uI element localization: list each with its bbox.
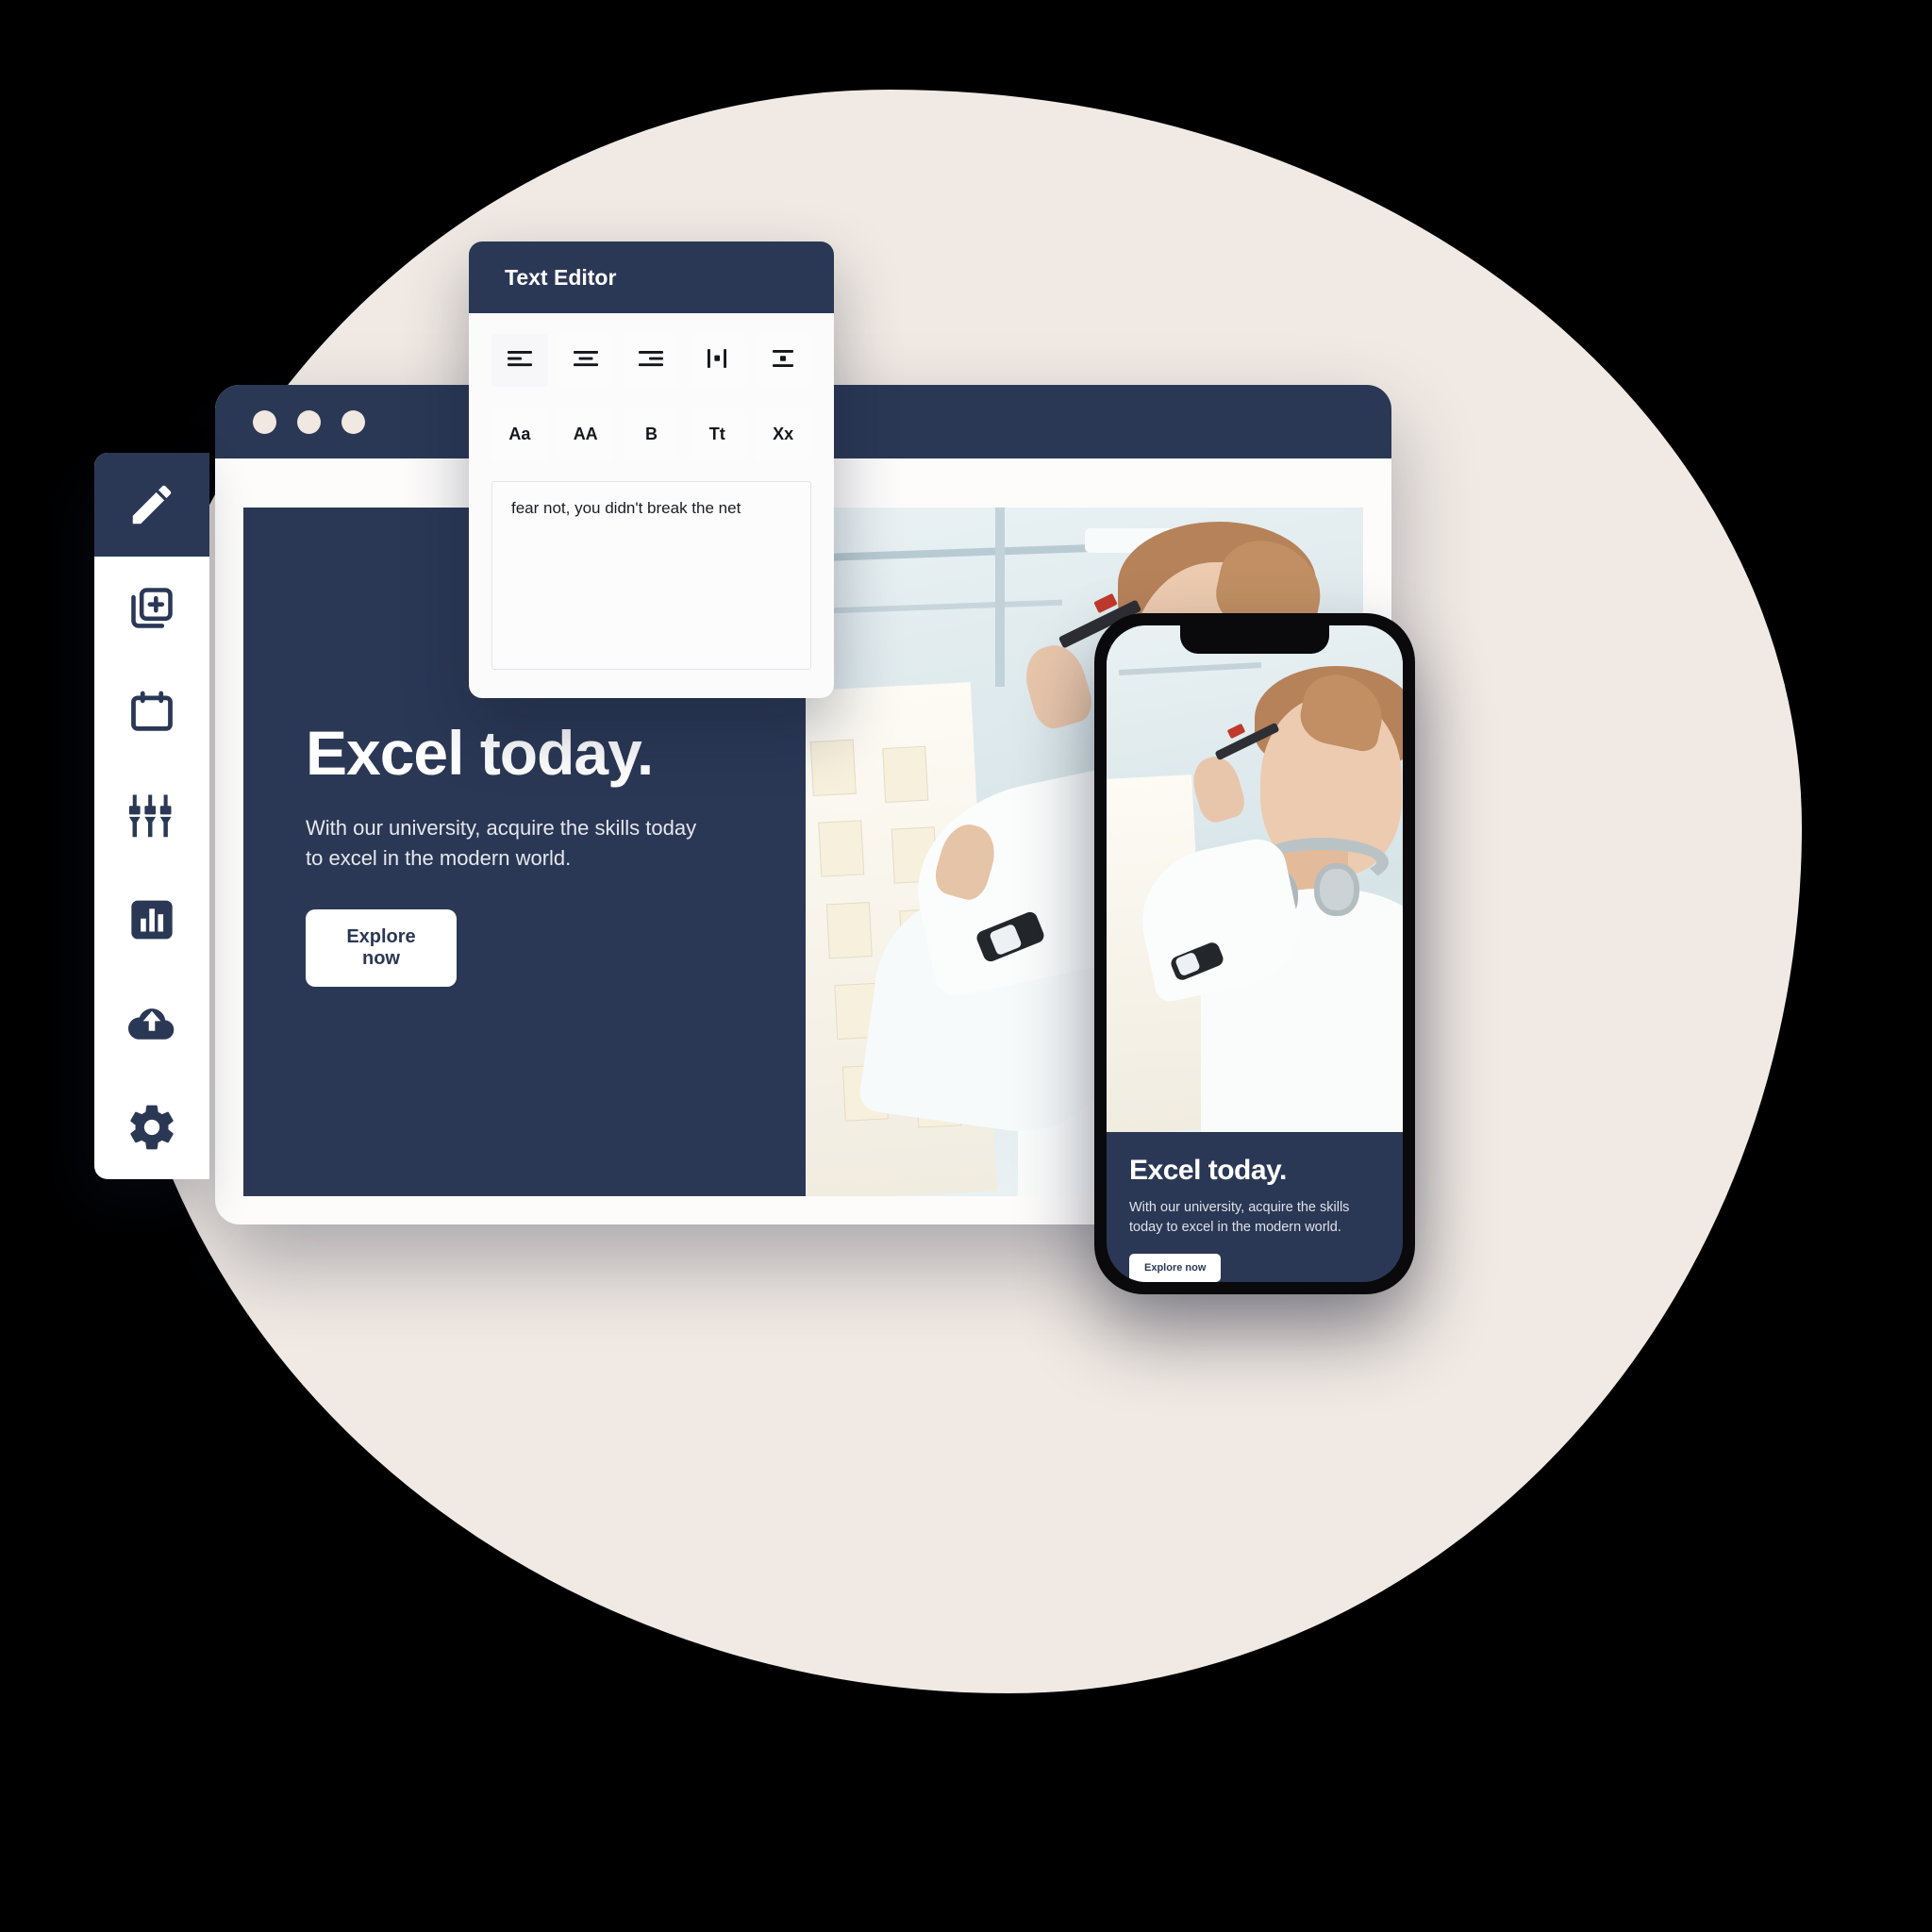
phone-screen: Excel today. With our university, acquir… [1107,625,1403,1282]
clear-format-button[interactable]: Xx [755,408,811,460]
hero-subtitle: With our university, acquire the skills … [306,816,697,870]
sidebar-item-calendar[interactable] [94,660,209,764]
align-left-icon [507,349,533,373]
align-horizontal-center-button[interactable] [689,334,746,387]
align-right-icon [638,349,664,373]
text-size-button[interactable]: Tt [689,408,746,460]
text-editor-title: Text Editor [469,242,834,313]
align-right-button[interactable] [623,334,680,387]
align-center-button[interactable] [557,334,614,387]
sidebar-item-add-layer[interactable] [94,557,209,660]
sliders-icon [126,791,177,841]
gear-icon [125,1101,178,1154]
sidebar-item-edit[interactable] [94,453,209,557]
align-vertical-center-button[interactable] [755,334,811,387]
window-minimize-dot[interactable] [297,409,321,434]
window-maximize-dot[interactable] [341,409,365,434]
sidebar-rail [94,453,209,1179]
bar-chart-icon [128,896,175,943]
align-vertical-center-icon [771,348,795,374]
phone-hero-text: Excel today. With our university, acquir… [1107,1132,1403,1282]
phone-hero-photo [1107,625,1403,1132]
cloud-upload-icon [125,997,178,1050]
window-close-dot[interactable] [253,409,276,434]
text-editor-body: Aa AA B Tt Xx fear not, you didn't break… [469,313,834,697]
phone-explore-now-button[interactable]: Explore now [1129,1254,1222,1282]
uppercase-button[interactable]: AA [557,408,614,460]
toolbar-row-format: Aa AA B Tt Xx [491,408,811,460]
phone-hero-title: Excel today. [1129,1154,1287,1186]
phone-notch [1180,625,1329,654]
sidebar-item-settings[interactable] [94,1075,209,1179]
font-case-button[interactable]: Aa [491,408,548,460]
editor-text-area[interactable]: fear not, you didn't break the net [491,481,811,670]
align-horizontal-center-icon [705,348,729,374]
sidebar-item-analytics[interactable] [94,868,209,972]
calendar-icon [127,688,176,737]
add-layer-icon [127,584,176,633]
bold-button[interactable]: B [623,408,680,460]
align-center-icon [573,349,599,373]
explore-now-button[interactable]: Explore now [306,908,457,987]
sidebar-item-sliders[interactable] [94,764,209,868]
text-editor-panel: Text Editor Aa AA B Tt Xx fear not, you … [469,242,834,698]
scene-root: Excel today. With our university, acquir… [0,0,1932,1932]
hero-title: Excel today. [306,718,654,789]
toolbar-row-align [491,334,811,387]
sidebar-item-upload[interactable] [94,972,209,1075]
align-left-button[interactable] [491,334,548,387]
phone-hero-subtitle: With our university, acquire the skills … [1129,1199,1350,1236]
phone-mockup: Excel today. With our university, acquir… [1094,613,1415,1294]
pencil-icon [126,479,177,530]
